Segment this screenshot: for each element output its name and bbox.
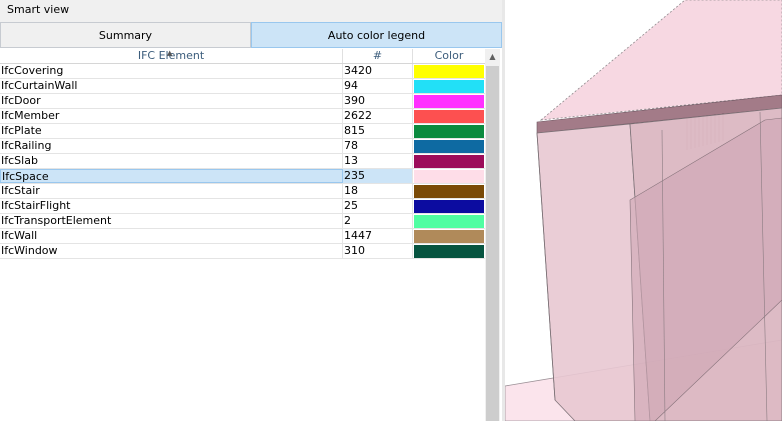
table-header: ▲ IFC Element # Color (0, 49, 485, 64)
color-swatch (414, 80, 484, 93)
table-row[interactable]: IfcTransportElement 2 (0, 214, 485, 229)
ifc-element-cell: IfcStair (0, 184, 343, 198)
panel-title: Smart view (0, 0, 505, 22)
count-cell: 3420 (343, 64, 413, 78)
column-header-color[interactable]: Color (413, 49, 485, 63)
color-swatch (414, 110, 484, 123)
table-body: IfcCovering 3420 IfcCurtainWall 94 IfcDoor 39… (0, 64, 485, 259)
column-header-ifc-element[interactable]: ▲ IFC Element (0, 49, 343, 63)
color-swatch (414, 230, 484, 243)
table-row[interactable]: IfcSpace 235 (0, 169, 485, 184)
ifc-element-cell: IfcTransportElement (0, 214, 343, 228)
color-cell[interactable] (413, 79, 485, 93)
color-cell[interactable] (413, 244, 485, 258)
table-row[interactable]: IfcWindow 310 (0, 244, 485, 259)
color-swatch (414, 65, 484, 78)
scroll-up-icon[interactable]: ▲ (485, 49, 500, 64)
count-cell: 2622 (343, 109, 413, 123)
count-cell: 235 (343, 169, 413, 183)
sort-caret-icon: ▲ (167, 49, 173, 57)
3d-model-view (505, 0, 782, 421)
column-header-count[interactable]: # (343, 49, 413, 63)
table-row[interactable]: IfcWall 1447 (0, 229, 485, 244)
color-swatch (414, 170, 484, 183)
vertical-scrollbar[interactable]: ▲ (485, 49, 500, 421)
ifc-element-cell: IfcStairFlight (0, 199, 343, 213)
count-cell: 25 (343, 199, 413, 213)
table-row[interactable]: IfcSlab 13 (0, 154, 485, 169)
color-cell[interactable] (413, 184, 485, 198)
table-row[interactable]: IfcDoor 390 (0, 94, 485, 109)
color-swatch (414, 140, 484, 153)
color-swatch (414, 245, 484, 258)
ifc-element-cell: IfcCovering (0, 64, 343, 78)
count-cell: 815 (343, 124, 413, 138)
count-cell: 78 (343, 139, 413, 153)
count-cell: 310 (343, 244, 413, 258)
color-cell[interactable] (413, 94, 485, 108)
ifc-element-cell: IfcMember (0, 109, 343, 123)
color-swatch (414, 95, 484, 108)
count-cell: 13 (343, 154, 413, 168)
ifc-element-cell: IfcCurtainWall (0, 79, 343, 93)
table-row[interactable]: IfcStairFlight 25 (0, 199, 485, 214)
tab-summary[interactable]: Summary (0, 22, 251, 48)
count-cell: 94 (343, 79, 413, 93)
ifc-element-cell: IfcPlate (0, 124, 343, 138)
ifc-element-cell: IfcRailing (0, 139, 343, 153)
ifc-element-cell: IfcSpace (0, 169, 343, 183)
count-cell: 390 (343, 94, 413, 108)
table-row[interactable]: IfcRailing 78 (0, 139, 485, 154)
color-cell[interactable] (413, 154, 485, 168)
tab-bar: Summary Auto color legend (0, 22, 502, 48)
ifc-element-cell: IfcSlab (0, 154, 343, 168)
color-cell[interactable] (413, 214, 485, 228)
color-cell[interactable] (413, 124, 485, 138)
ifc-element-cell: IfcWall (0, 229, 343, 243)
ifc-element-cell: IfcWindow (0, 244, 343, 258)
color-swatch (414, 215, 484, 228)
color-cell[interactable] (413, 64, 485, 78)
color-cell[interactable] (413, 109, 485, 123)
color-cell[interactable] (413, 169, 485, 183)
color-legend-table: ▲ IFC Element # Color IfcCovering 3420 Ifc… (0, 49, 485, 259)
color-cell[interactable] (413, 229, 485, 243)
smart-view-panel: Smart view Summary Auto color legend ▲ I… (0, 0, 505, 421)
table-row[interactable]: IfcCovering 3420 (0, 64, 485, 79)
table-row[interactable]: IfcPlate 815 (0, 124, 485, 139)
color-swatch (414, 200, 484, 213)
ifc-element-cell: IfcDoor (0, 94, 343, 108)
color-cell[interactable] (413, 139, 485, 153)
scrollbar-thumb[interactable] (486, 66, 499, 421)
count-cell: 2 (343, 214, 413, 228)
count-cell: 1447 (343, 229, 413, 243)
table-row[interactable]: IfcCurtainWall 94 (0, 79, 485, 94)
color-swatch (414, 125, 484, 138)
table-row[interactable]: IfcStair 18 (0, 184, 485, 199)
count-cell: 18 (343, 184, 413, 198)
color-cell[interactable] (413, 199, 485, 213)
table-row[interactable]: IfcMember 2622 (0, 109, 485, 124)
color-swatch (414, 155, 484, 168)
color-swatch (414, 185, 484, 198)
tab-auto-color-legend[interactable]: Auto color legend (251, 22, 502, 48)
3d-viewport[interactable] (505, 0, 782, 421)
